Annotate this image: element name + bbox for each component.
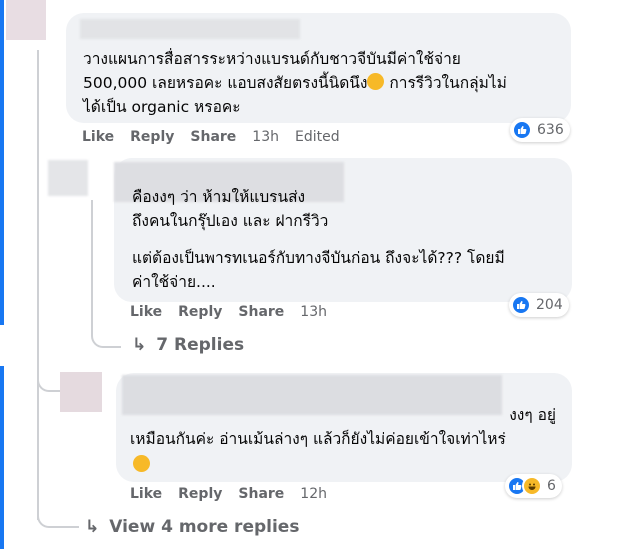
view-replies-label: 7 Replies [156, 335, 245, 355]
reaction-count[interactable]: 6 [505, 474, 562, 498]
thread-line [37, 50, 39, 520]
reply-actions: Like Reply Share 12h [130, 486, 327, 502]
timestamp[interactable]: 13h [252, 129, 279, 145]
grinning-emoji-icon [133, 455, 150, 472]
timestamp[interactable]: 13h [300, 304, 327, 320]
reply-arrow-icon: ↳ [132, 335, 147, 355]
thread-connector [91, 318, 121, 348]
view-replies-link[interactable]: ↳ 7 Replies [132, 335, 244, 355]
left-edge-bar [0, 0, 4, 325]
reaction-count-text: 636 [537, 122, 564, 138]
haha-icon [522, 476, 542, 496]
reaction-count[interactable]: 204 [509, 293, 569, 317]
thread-connector [37, 490, 79, 528]
like-button[interactable]: Like [130, 486, 162, 502]
like-button[interactable]: Like [82, 129, 114, 145]
comment-actions: Like Reply Share 13h Edited [82, 129, 340, 145]
reply-button[interactable]: Reply [178, 486, 222, 502]
like-icon [511, 295, 531, 315]
like-icon [512, 120, 532, 140]
reply-text-2: แต่ต้องเป็นพารทเนอร์กับทางจีบันก่อน ถึงจ… [132, 249, 505, 291]
share-button[interactable]: Share [238, 486, 284, 502]
view-more-replies-label: View 4 more replies [109, 517, 300, 537]
reply-bubble: คืองงๆ ว่า ห้ามให้แบรนส่ง ถึงคนในกรุ๊ปเอ… [114, 158, 572, 302]
reply-arrow-icon: ↳ [85, 517, 100, 537]
reply-button[interactable]: Reply [130, 129, 174, 145]
comment-text: วางแผนการสื่อสารระหว่างแบรนด์กับชาวจีบัน… [83, 50, 507, 116]
reply-bubble: งงๆ อยู่ เหมือนกันค่ะ อ่านเม้นล่างๆ แล้ว… [116, 373, 572, 482]
left-edge-bar [0, 366, 4, 549]
avatar[interactable] [6, 0, 46, 40]
edited-label: Edited [294, 129, 340, 145]
reaction-count-text: 204 [536, 297, 563, 313]
comment-bubble: วางแผนการสื่อสารระหว่างแบรนด์กับชาวจีบัน… [66, 13, 571, 123]
author-name[interactable] [80, 19, 300, 39]
grinning-emoji-icon [367, 73, 385, 90]
reaction-count-text: 6 [547, 478, 556, 494]
reply-button[interactable]: Reply [178, 304, 222, 320]
reply-actions: Like Reply Share 13h [130, 304, 327, 320]
reply-text: คืองงๆ ว่า ห้ามให้แบรนส่ง ถึงคนในกรุ๊ปเอ… [132, 188, 329, 230]
like-button[interactable]: Like [130, 304, 162, 320]
reply-text-2: เหมือนกันค่ะ อ่านเม้นล่างๆ แล้วก็ยังไม่ค… [130, 430, 506, 448]
thread-connector [37, 350, 61, 392]
avatar[interactable] [60, 372, 102, 412]
timestamp[interactable]: 12h [300, 486, 327, 502]
share-button[interactable]: Share [190, 129, 236, 145]
reply-text: งงๆ อยู่ [509, 406, 556, 424]
reaction-count[interactable]: 636 [510, 118, 570, 142]
view-more-replies-link[interactable]: ↳ View 4 more replies [85, 517, 299, 537]
share-button[interactable]: Share [238, 304, 284, 320]
